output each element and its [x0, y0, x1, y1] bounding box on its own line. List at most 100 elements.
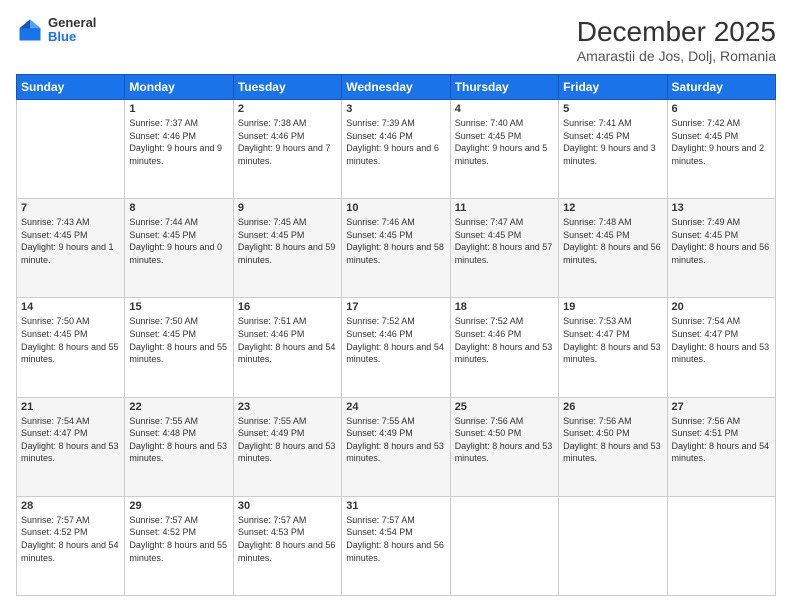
day-number: 6 [672, 103, 771, 115]
calendar-cell-2-2: 16Sunrise: 7:51 AMSunset: 4:46 PMDayligh… [233, 298, 341, 397]
day-number: 30 [238, 500, 337, 512]
day-info: Sunrise: 7:54 AMSunset: 4:47 PMDaylight:… [21, 415, 120, 465]
day-info: Sunrise: 7:57 AMSunset: 4:53 PMDaylight:… [238, 514, 337, 564]
day-info: Sunrise: 7:52 AMSunset: 4:46 PMDaylight:… [346, 315, 445, 365]
weekday-header-friday: Friday [559, 75, 667, 100]
calendar-cell-3-6: 27 Sunrise: 7:56 AMSunset: 4:51 PMDayligh… [667, 397, 775, 496]
calendar-cell-4-5 [559, 496, 667, 595]
day-number: 5 [563, 103, 662, 115]
calendar-cell-3-0: 21 Sunrise: 7:54 AMSunset: 4:47 PMDayligh… [17, 397, 125, 496]
day-number: 3 [346, 103, 445, 115]
logo: General Blue [16, 16, 96, 45]
logo-text: General Blue [48, 16, 96, 45]
day-info: Sunrise: 7:42 AMSunset: 4:45 PMDaylight:… [672, 117, 771, 167]
day-info: Sunrise: 7:39 AMSunset: 4:46 PMDaylight:… [346, 117, 445, 167]
day-number: 20 [672, 301, 771, 313]
day-number: 25 [455, 401, 554, 413]
day-number: 11 [455, 202, 554, 214]
calendar-cell-0-5: 5 Sunrise: 7:41 AMSunset: 4:45 PMDaylight… [559, 100, 667, 199]
calendar-subtitle: Amarastii de Jos, Dolj, Romania [577, 48, 776, 64]
calendar-cell-0-1: 1Sunrise: 7:37 AMSunset: 4:46 PMDaylight… [125, 100, 233, 199]
day-info: Sunrise: 7:43 AMSunset: 4:45 PMDaylight:… [21, 216, 120, 266]
weekday-header-row: SundayMondayTuesdayWednesdayThursdayFrid… [17, 75, 776, 100]
day-info: Sunrise: 7:56 AMSunset: 4:51 PMDaylight:… [672, 415, 771, 465]
calendar-cell-4-6 [667, 496, 775, 595]
day-number: 9 [238, 202, 337, 214]
day-info: Sunrise: 7:49 AMSunset: 4:45 PMDaylight:… [672, 216, 771, 266]
day-info: Sunrise: 7:56 AMSunset: 4:50 PMDaylight:… [455, 415, 554, 465]
calendar-cell-3-5: 26 Sunrise: 7:56 AMSunset: 4:50 PMDayligh… [559, 397, 667, 496]
calendar-cell-3-3: 24 Sunrise: 7:55 AMSunset: 4:49 PMDayligh… [342, 397, 450, 496]
day-number: 31 [346, 500, 445, 512]
logo-line2: Blue [48, 30, 96, 44]
day-info: Sunrise: 7:53 AMSunset: 4:47 PMDaylight:… [563, 315, 662, 365]
calendar-cell-0-2: 2Sunrise: 7:38 AMSunset: 4:46 PMDaylight… [233, 100, 341, 199]
day-number: 28 [21, 500, 120, 512]
calendar-cell-4-0: 28 Sunrise: 7:57 AMSunset: 4:52 PMDayligh… [17, 496, 125, 595]
week-row-1: 7 Sunrise: 7:43 AMSunset: 4:45 PMDaylight… [17, 199, 776, 298]
day-number: 29 [129, 500, 228, 512]
calendar-cell-2-1: 15 Sunrise: 7:50 AMSunset: 4:45 PMDayligh… [125, 298, 233, 397]
day-info: Sunrise: 7:55 AMSunset: 4:49 PMDaylight:… [346, 415, 445, 465]
day-info: Sunrise: 7:56 AMSunset: 4:50 PMDaylight:… [563, 415, 662, 465]
header: General Blue December 2025 Amarastii de … [16, 16, 776, 64]
calendar-cell-2-4: 18 Sunrise: 7:52 AMSunset: 4:46 PMDayligh… [450, 298, 558, 397]
day-number: 12 [563, 202, 662, 214]
calendar-cell-0-6: 6 Sunrise: 7:42 AMSunset: 4:45 PMDaylight… [667, 100, 775, 199]
day-number: 15 [129, 301, 228, 313]
day-number: 19 [563, 301, 662, 313]
day-number: 10 [346, 202, 445, 214]
day-number: 23 [238, 401, 337, 413]
calendar-table: SundayMondayTuesdayWednesdayThursdayFrid… [16, 74, 776, 596]
day-info: Sunrise: 7:57 AMSunset: 4:52 PMDaylight:… [21, 514, 120, 564]
day-info: Sunrise: 7:44 AMSunset: 4:45 PMDaylight:… [129, 216, 228, 266]
weekday-header-saturday: Saturday [667, 75, 775, 100]
day-info: Sunrise: 7:40 AMSunset: 4:45 PMDaylight:… [455, 117, 554, 167]
day-number: 16 [238, 301, 337, 313]
calendar-cell-4-2: 30 Sunrise: 7:57 AMSunset: 4:53 PMDayligh… [233, 496, 341, 595]
logo-line1: General [48, 16, 96, 30]
calendar-cell-4-3: 31 Sunrise: 7:57 AMSunset: 4:54 PMDayligh… [342, 496, 450, 595]
calendar-cell-3-2: 23Sunrise: 7:55 AMSunset: 4:49 PMDayligh… [233, 397, 341, 496]
weekday-header-thursday: Thursday [450, 75, 558, 100]
day-number: 7 [21, 202, 120, 214]
day-info: Sunrise: 7:54 AMSunset: 4:47 PMDaylight:… [672, 315, 771, 365]
day-info: Sunrise: 7:46 AMSunset: 4:45 PMDaylight:… [346, 216, 445, 266]
calendar-cell-1-6: 13 Sunrise: 7:49 AMSunset: 4:45 PMDayligh… [667, 199, 775, 298]
weekday-header-sunday: Sunday [17, 75, 125, 100]
day-number: 13 [672, 202, 771, 214]
day-info: Sunrise: 7:57 AMSunset: 4:54 PMDaylight:… [346, 514, 445, 564]
day-number: 27 [672, 401, 771, 413]
day-number: 22 [129, 401, 228, 413]
calendar-cell-1-4: 11 Sunrise: 7:47 AMSunset: 4:45 PMDayligh… [450, 199, 558, 298]
day-info: Sunrise: 7:52 AMSunset: 4:46 PMDaylight:… [455, 315, 554, 365]
calendar-cell-2-0: 14Sunrise: 7:50 AMSunset: 4:45 PMDayligh… [17, 298, 125, 397]
calendar-cell-3-4: 25 Sunrise: 7:56 AMSunset: 4:50 PMDayligh… [450, 397, 558, 496]
day-number: 24 [346, 401, 445, 413]
calendar-title: December 2025 [577, 16, 776, 48]
day-info: Sunrise: 7:47 AMSunset: 4:45 PMDaylight:… [455, 216, 554, 266]
day-number: 26 [563, 401, 662, 413]
day-info: Sunrise: 7:41 AMSunset: 4:45 PMDaylight:… [563, 117, 662, 167]
title-block: December 2025 Amarastii de Jos, Dolj, Ro… [577, 16, 776, 64]
calendar-cell-1-3: 10 Sunrise: 7:46 AMSunset: 4:45 PMDayligh… [342, 199, 450, 298]
calendar-cell-0-3: 3 Sunrise: 7:39 AMSunset: 4:46 PMDaylight… [342, 100, 450, 199]
day-info: Sunrise: 7:38 AMSunset: 4:46 PMDaylight:… [238, 117, 337, 167]
day-number: 17 [346, 301, 445, 313]
calendar-cell-1-0: 7 Sunrise: 7:43 AMSunset: 4:45 PMDaylight… [17, 199, 125, 298]
week-row-3: 21 Sunrise: 7:54 AMSunset: 4:47 PMDayligh… [17, 397, 776, 496]
calendar-cell-0-0 [17, 100, 125, 199]
day-number: 1 [129, 103, 228, 115]
calendar-cell-0-4: 4Sunrise: 7:40 AMSunset: 4:45 PMDaylight… [450, 100, 558, 199]
day-info: Sunrise: 7:57 AMSunset: 4:52 PMDaylight:… [129, 514, 228, 564]
day-number: 21 [21, 401, 120, 413]
day-number: 14 [21, 301, 120, 313]
calendar-cell-1-1: 8 Sunrise: 7:44 AMSunset: 4:45 PMDaylight… [125, 199, 233, 298]
day-number: 18 [455, 301, 554, 313]
calendar-cell-3-1: 22Sunrise: 7:55 AMSunset: 4:48 PMDayligh… [125, 397, 233, 496]
weekday-header-monday: Monday [125, 75, 233, 100]
day-info: Sunrise: 7:45 AMSunset: 4:45 PMDaylight:… [238, 216, 337, 266]
calendar-cell-2-6: 20 Sunrise: 7:54 AMSunset: 4:47 PMDayligh… [667, 298, 775, 397]
day-number: 8 [129, 202, 228, 214]
day-info: Sunrise: 7:50 AMSunset: 4:45 PMDaylight:… [129, 315, 228, 365]
